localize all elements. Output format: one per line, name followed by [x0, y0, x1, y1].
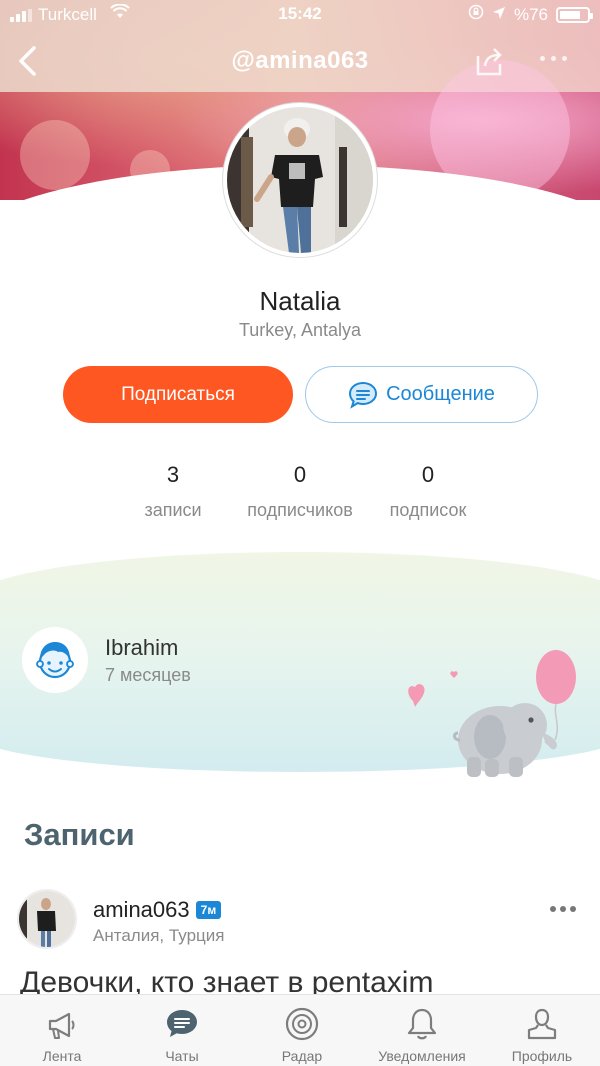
posts-section-title: Записи: [24, 817, 135, 852]
rotation-lock-icon: [468, 4, 484, 25]
tab-notifications-label: Уведомления: [378, 1048, 466, 1064]
message-label: Сообщение: [386, 383, 495, 405]
stat-followers[interactable]: 0 подписчиков: [230, 462, 370, 521]
tab-chats[interactable]: Чаты: [122, 995, 242, 1066]
message-bubble-icon: [349, 381, 378, 409]
more-options-button[interactable]: [540, 56, 567, 61]
battery-icon: [556, 6, 593, 23]
post-time-badge: 7м: [195, 901, 222, 919]
post-author-avatar[interactable]: [17, 889, 77, 949]
radar-icon: [285, 1007, 319, 1041]
stat-following[interactable]: 0 подписок: [358, 462, 498, 521]
bell-icon: [407, 1008, 437, 1040]
chat-bubble-icon: [167, 1010, 197, 1037]
visitor-avatar[interactable]: [22, 627, 88, 693]
visitor-name[interactable]: Ibrahim: [105, 635, 178, 661]
profile-location: Turkey, Antalya: [238, 320, 362, 340]
tab-feed[interactable]: Лента: [2, 995, 122, 1066]
share-icon: [476, 48, 502, 76]
profile-avatar[interactable]: [223, 103, 377, 257]
megaphone-icon: [48, 1012, 75, 1039]
stat-posts[interactable]: 3 записи: [103, 462, 243, 521]
stat-followers-count: 0: [293, 462, 307, 487]
bottom-tab-bar: Лента Чаты Радар Уведомления Профиль: [0, 994, 600, 1066]
subscribe-label: Подписаться: [121, 383, 235, 405]
share-button[interactable]: [472, 44, 506, 78]
post-author[interactable]: amina063 7м: [93, 897, 222, 923]
battery-percent: %76: [513, 4, 548, 24]
stat-posts-label: записи: [144, 500, 202, 520]
tab-feed-label: Лента: [42, 1048, 82, 1064]
status-bar: Turkcell 15:42 %76: [0, 0, 600, 30]
tab-chats-label: Чаты: [165, 1048, 199, 1064]
profile-name: Natalia: [259, 286, 341, 316]
post-more-button[interactable]: [550, 906, 576, 912]
stat-following-count: 0: [421, 462, 435, 487]
message-button[interactable]: Сообщение: [305, 366, 538, 423]
visitor-time: 7 месяцев: [105, 665, 191, 685]
boy-face-icon: [36, 642, 74, 679]
profile-handle-title: @amina063: [231, 47, 369, 74]
post-author-name: amina063: [93, 897, 190, 922]
stat-followers-label: подписчиков: [247, 500, 353, 520]
subscribe-button[interactable]: Подписаться: [63, 366, 293, 423]
tab-notifications[interactable]: Уведомления: [362, 995, 482, 1066]
location-arrow-icon: [492, 5, 506, 25]
stat-posts-count: 3: [166, 462, 180, 487]
profile-icon: [527, 1008, 557, 1040]
post-location: Анталия, Турция: [93, 926, 225, 945]
tab-profile-label: Профиль: [511, 1048, 573, 1064]
stat-following-label: подписок: [389, 500, 467, 520]
elephant-balloon-illustration: [405, 645, 585, 780]
tab-radar[interactable]: Радар: [242, 995, 362, 1066]
tab-profile[interactable]: Профиль: [482, 995, 600, 1066]
tab-radar-label: Радар: [281, 1048, 323, 1064]
